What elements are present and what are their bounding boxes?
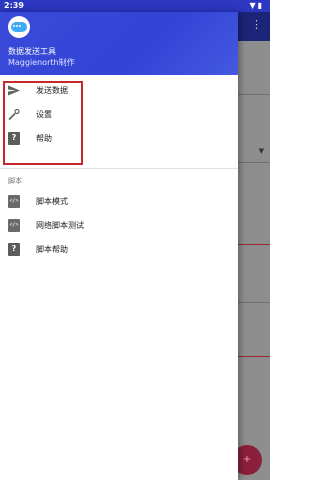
- script-file-icon: </>: [8, 195, 20, 208]
- background-divider: [238, 162, 270, 163]
- script-file-icon: </>: [8, 219, 20, 232]
- plus-icon: +: [242, 454, 252, 465]
- battery-icon: ▮: [257, 1, 264, 10]
- overflow-menu-icon[interactable]: ⋮: [251, 18, 262, 31]
- drawer-divider: [0, 168, 238, 169]
- app-name: 数据发送工具: [8, 47, 56, 56]
- status-icons: ▼▮: [249, 1, 264, 10]
- background-divider: [238, 94, 270, 95]
- app-author: Maggienorth制作: [8, 58, 75, 67]
- navigation-drawer: 数据发送工具 Maggienorth制作 发送数据 设置 ? 帮助 脚本 </>…: [0, 12, 238, 480]
- dropdown-arrow-icon: ▼: [258, 147, 264, 155]
- wifi-icon: ▼: [249, 1, 258, 10]
- drawer-header: 数据发送工具 Maggienorth制作: [0, 12, 238, 75]
- menu-item-script-help[interactable]: ? 脚本帮助: [0, 239, 238, 261]
- menu-item-network-script-test[interactable]: </> 网络脚本测试: [0, 215, 238, 237]
- section-header-script: 脚本: [8, 177, 22, 185]
- menu-item-label: 网络脚本测试: [36, 221, 84, 230]
- help-icon: ?: [8, 243, 20, 256]
- status-bar: 2:39 ▼▮: [0, 0, 270, 12]
- app-logo-icon: [8, 16, 30, 38]
- background-divider: [238, 244, 270, 245]
- highlight-annotation-box: [3, 81, 83, 165]
- status-time: 2:39: [4, 1, 24, 10]
- menu-item-script-mode[interactable]: </> 脚本模式: [0, 191, 238, 213]
- background-divider: [238, 356, 270, 357]
- menu-item-label: 脚本帮助: [36, 245, 68, 254]
- menu-item-label: 脚本模式: [36, 197, 68, 206]
- background-divider: [238, 302, 270, 303]
